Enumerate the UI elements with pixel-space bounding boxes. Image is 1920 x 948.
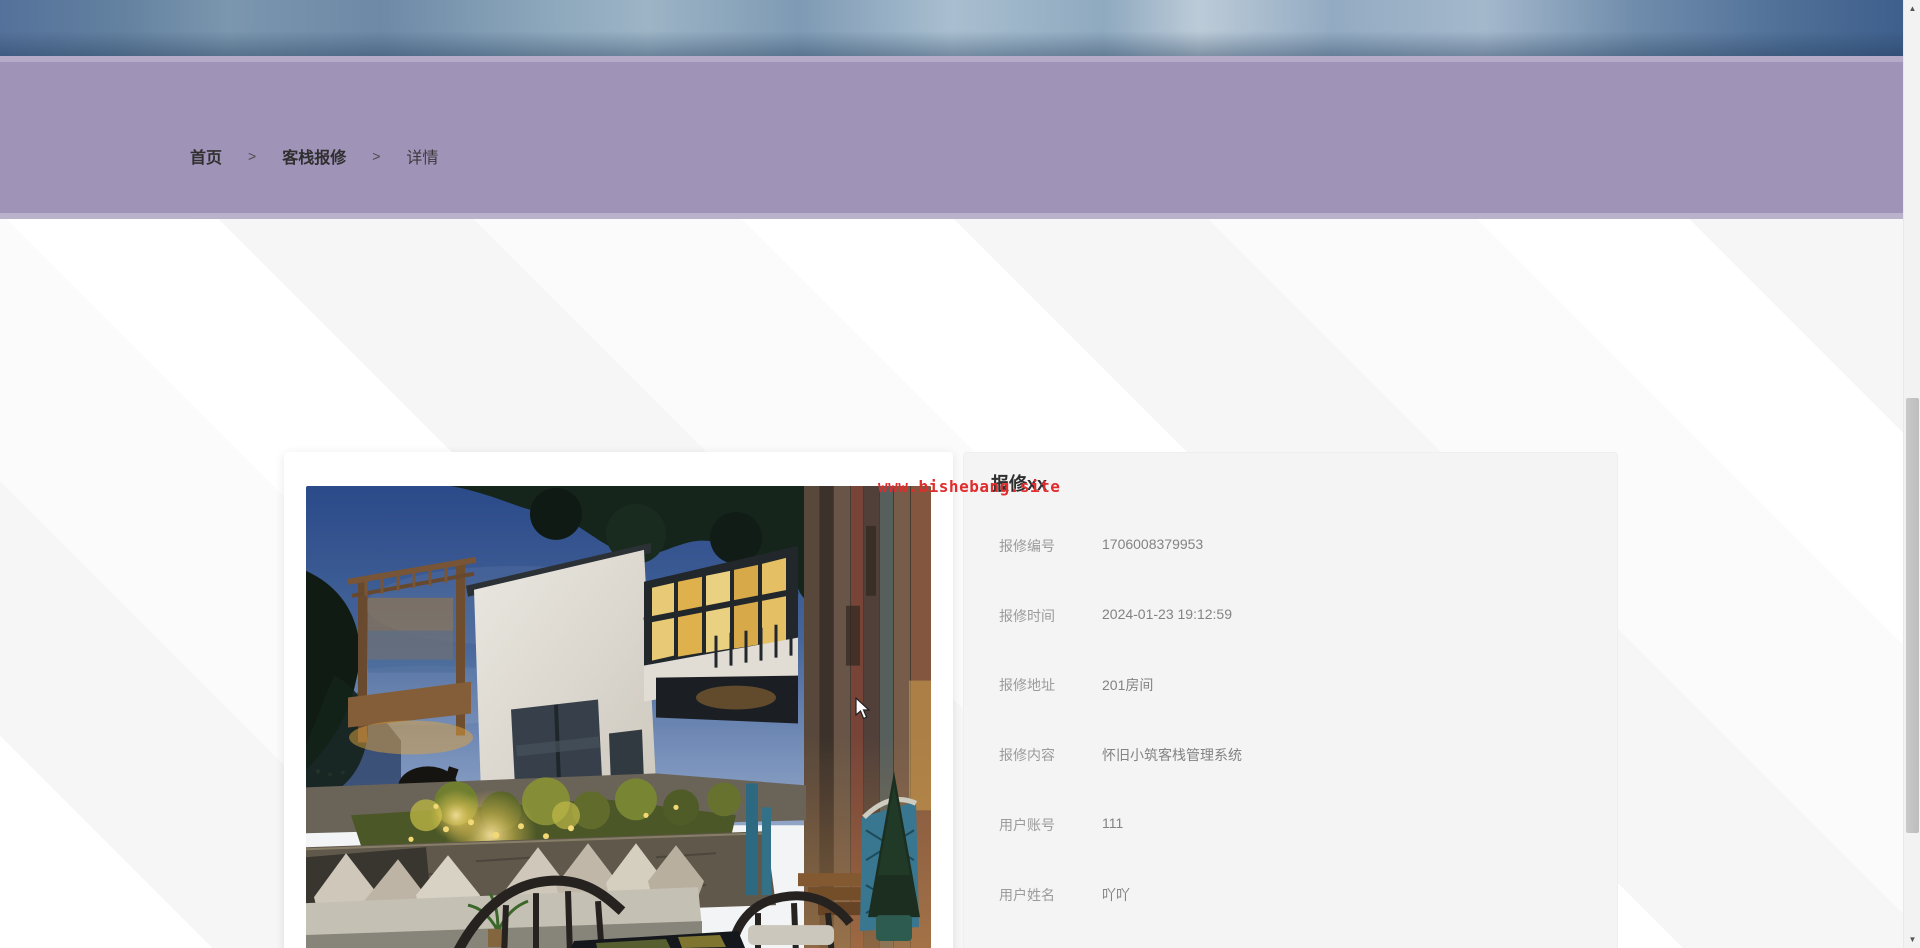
inn-photo-image xyxy=(306,486,931,948)
row-label: 报修编号 xyxy=(999,538,1055,554)
breadcrumb: 首页 > 客栈报修 > 详情 xyxy=(190,144,438,168)
row-value: 201房间 xyxy=(1102,677,1154,693)
row-label: 用户账号 xyxy=(999,817,1055,833)
scrollbar-down-arrow-icon[interactable]: ▼ xyxy=(1904,931,1920,948)
detail-row-content: 报修内容 怀旧小筑客栈管理系统 xyxy=(964,745,1617,767)
breadcrumb-current: 详情 xyxy=(406,150,439,167)
row-label: 报修时间 xyxy=(999,608,1055,624)
vertical-scrollbar[interactable]: ▲ ▼ xyxy=(1903,0,1920,948)
breadcrumb-separator: > xyxy=(248,148,257,164)
top-sky-banner xyxy=(0,0,1903,56)
detail-row-number: 报修编号 1706008379953 xyxy=(964,536,1617,558)
content-area: 报修xx 报修编号 1706008379953 报修时间 2024-01-23 … xyxy=(0,219,1903,948)
scrollbar-up-arrow-icon[interactable]: ▲ xyxy=(1904,0,1920,17)
row-label: 报修地址 xyxy=(999,677,1055,693)
repair-detail-card: 报修xx 报修编号 1706008379953 报修时间 2024-01-23 … xyxy=(963,452,1618,948)
detail-row-username: 用户姓名 吖吖 xyxy=(964,885,1617,907)
row-label: 用户姓名 xyxy=(999,887,1055,903)
row-value: 1706008379953 xyxy=(1102,536,1204,552)
row-value: 怀旧小筑客栈管理系统 xyxy=(1102,747,1242,763)
detail-row-address: 报修地址 201房间 xyxy=(964,675,1617,697)
row-value: 2024-01-23 19:12:59 xyxy=(1102,606,1232,622)
breadcrumb-separator: > xyxy=(372,148,381,164)
page-header: 首页 > 客栈报修 > 详情 返回 xyxy=(0,56,1903,247)
main-photo[interactable] xyxy=(306,486,931,948)
detail-row-time: 报修时间 2024-01-23 19:12:59 xyxy=(964,606,1617,628)
row-value: 111 xyxy=(1102,815,1124,831)
breadcrumb-section-link[interactable]: 客栈报修 xyxy=(282,144,346,168)
row-value: 吖吖 xyxy=(1102,887,1130,903)
repair-detail-page: 首页 > 客栈报修 > 详情 返回 报修xx 报修 xyxy=(0,0,1920,948)
row-label: 报修内容 xyxy=(999,747,1055,763)
scrollbar-thumb[interactable] xyxy=(1906,398,1919,833)
detail-row-account: 用户账号 111 xyxy=(964,815,1617,837)
gallery-card xyxy=(284,452,953,948)
detail-title: 报修xx xyxy=(991,474,1048,494)
breadcrumb-home-link[interactable]: 首页 xyxy=(190,144,222,168)
